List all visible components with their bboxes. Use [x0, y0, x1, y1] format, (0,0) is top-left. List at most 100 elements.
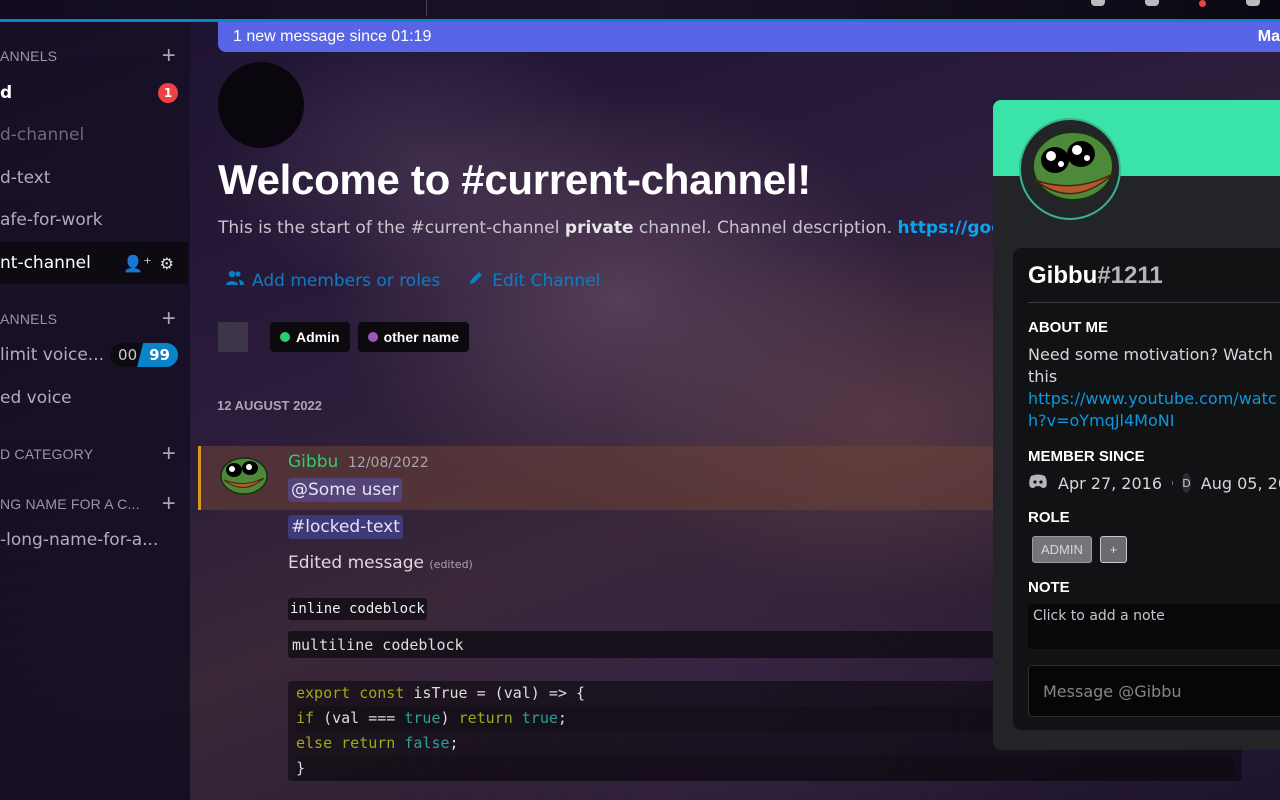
sidebar-channel[interactable]: -long-name-for-a...: [0, 520, 188, 560]
user-mention[interactable]: @Some user: [288, 478, 402, 502]
plus-icon[interactable]: +: [162, 442, 176, 466]
channel-label: -long-name-for-a...: [0, 530, 159, 550]
add-role-button[interactable]: +: [1099, 536, 1127, 563]
channel-mention[interactable]: #locked-text: [288, 515, 403, 539]
gear-icon[interactable]: ⚙: [160, 254, 174, 273]
code-keyword: else: [296, 734, 333, 752]
user-profile-popout: Gibbu#1211 ABOUT ME Need some motivation…: [993, 100, 1280, 750]
title-bar: [0, 0, 1280, 19]
category-voice-channels[interactable]: ANNELS +: [0, 307, 188, 331]
user-avatar[interactable]: [218, 452, 268, 498]
member-since-heading: MEMBER SINCE: [1028, 448, 1145, 465]
sidebar-channel-active[interactable]: nt-channel 👤⁺ ⚙: [0, 242, 188, 284]
channel-label: d: [0, 83, 13, 103]
add-member-icon[interactable]: 👤⁺: [123, 254, 151, 273]
plus-icon[interactable]: +: [162, 307, 176, 331]
member-since-row: Apr 27, 2016 D Aug 05, 20: [1028, 473, 1280, 493]
new-messages-bar[interactable]: 1 new message since 01:19 Ma: [218, 22, 1280, 52]
code-line: }: [296, 756, 1234, 781]
category-label: ANNELS: [0, 48, 58, 64]
code-keyword: if: [296, 709, 315, 727]
code-keyword: const: [359, 684, 405, 702]
toolbar-icons: [1091, 0, 1260, 8]
notification-dot-icon: [1199, 0, 1206, 7]
role-list: ADMIN +: [1032, 536, 1280, 563]
code-token: (val ===: [314, 709, 405, 727]
discord-member-since: Apr 27, 2016: [1058, 473, 1163, 493]
add-members-button[interactable]: Add members or roles: [226, 270, 440, 291]
sidebar-voice-channel[interactable]: ed voice: [0, 378, 188, 418]
code-token: isTrue = (val) => {: [404, 684, 585, 702]
date-divider: 12 AUGUST 2022: [217, 398, 323, 413]
sidebar-channel[interactable]: d-channel: [0, 115, 188, 155]
edited-message: Edited message (edited): [288, 553, 473, 573]
profile-avatar[interactable]: [1019, 118, 1121, 220]
channel-roles: Admin other name: [218, 322, 470, 352]
new-messages-text: 1 new message since 01:19: [233, 28, 432, 45]
channel-icon: [218, 62, 304, 148]
category[interactable]: NG NAME FOR A C... +: [0, 492, 188, 516]
role-pill-other[interactable]: other name: [357, 322, 470, 352]
server-member-since: Aug 05, 20: [1200, 473, 1280, 493]
role-chip-admin[interactable]: ADMIN: [1032, 536, 1092, 563]
role-placeholder: [218, 322, 248, 352]
role-heading: ROLE: [1028, 509, 1070, 526]
code-token: ;: [557, 709, 567, 727]
code-literal: true: [521, 709, 558, 727]
profile-username: Gibbu#1211: [1028, 262, 1280, 303]
profile-body: Gibbu#1211 ABOUT ME Need some motivation…: [1013, 248, 1280, 730]
message-author[interactable]: Gibbu: [288, 452, 338, 472]
divider: [426, 0, 427, 16]
inline-code: inline codeblock: [288, 598, 427, 620]
channel-label: ed voice: [0, 388, 72, 408]
role-color-dot: [280, 332, 290, 342]
mention-badge: 1: [158, 83, 178, 103]
message-timestamp: 12/08/2022: [348, 455, 429, 471]
message-user-input[interactable]: Message @Gibbu: [1028, 665, 1280, 717]
server-icon: D: [1182, 473, 1191, 493]
code-keyword: export: [296, 684, 351, 702]
plus-icon[interactable]: +: [162, 44, 176, 68]
edit-channel-button[interactable]: Edit Channel: [468, 270, 600, 291]
category-label: D CATEGORY: [0, 446, 94, 462]
sidebar-channel[interactable]: d-text: [0, 158, 188, 198]
mark-as-read-button[interactable]: Ma: [1258, 28, 1280, 46]
edited-tag: (edited): [429, 558, 473, 571]
bell-icon[interactable]: [1145, 0, 1159, 6]
channel-label: d-text: [0, 168, 51, 188]
code-token: ;: [449, 734, 459, 752]
category[interactable]: D CATEGORY +: [0, 442, 188, 466]
discord-logo-icon: [1028, 474, 1048, 493]
pencil-icon: [468, 270, 484, 291]
plus-icon[interactable]: +: [162, 492, 176, 516]
sidebar-channel[interactable]: d 1: [0, 73, 188, 113]
code-keyword: return: [458, 709, 513, 727]
role-pill-admin[interactable]: Admin: [270, 322, 350, 352]
channel-label: afe-for-work: [0, 210, 103, 230]
note-input[interactable]: Click to add a note: [1028, 604, 1280, 649]
about-me-link[interactable]: https://www.youtube.com/watch?v=oYmqJl4M…: [1028, 389, 1277, 430]
channel-label: d-channel: [0, 125, 85, 145]
sidebar-voice-channel[interactable]: limit voice... 00 99: [0, 335, 188, 375]
threads-icon[interactable]: [1091, 0, 1105, 6]
code-keyword: return: [341, 734, 396, 752]
about-me-heading: ABOUT ME: [1028, 319, 1108, 336]
category-label: NG NAME FOR A C...: [0, 496, 140, 512]
category-text-channels[interactable]: ANNELS +: [0, 44, 188, 68]
role-color-dot: [367, 332, 378, 342]
note-heading: NOTE: [1028, 579, 1070, 596]
code-block: multiline codeblock: [288, 631, 1000, 658]
user-limit: 99: [137, 343, 178, 367]
channel-label: limit voice...: [0, 345, 105, 365]
about-me-text: Need some motivation? Watch this https:/…: [1028, 345, 1277, 430]
members-icon[interactable]: [1246, 0, 1260, 6]
add-members-icon: [226, 270, 244, 291]
channel-description: This is the start of the #current-channe…: [218, 218, 1049, 238]
user-limit-badge: 00 99: [110, 343, 178, 367]
sidebar-channel[interactable]: afe-for-work: [0, 200, 188, 240]
pepe-avatar-icon: [220, 457, 268, 495]
pepe-avatar-icon: [1032, 131, 1114, 201]
